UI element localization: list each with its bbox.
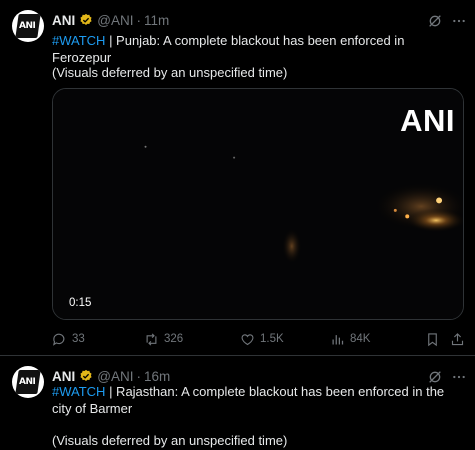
tweet-actions: 33 326 1.5K 84K [52,330,464,348]
separator: · [136,12,141,28]
hashtag-link[interactable]: #WATCH [52,33,105,48]
reply-button[interactable]: 33 [52,330,85,348]
tweet-text: #WATCH | Punjab: A complete blackout has… [52,32,463,66]
author-name[interactable]: ANI [52,369,75,384]
timestamp[interactable]: 16m [144,369,170,384]
author-handle[interactable]: @ANI [97,369,133,384]
video-player[interactable]: ANI 0:15 [52,88,464,320]
like-count: 1.5K [260,333,284,345]
bookmark-button[interactable] [425,330,445,348]
repost-icon [146,332,157,346]
reply-count: 33 [72,333,85,345]
tweet-note: (Visuals deferred by an unspecified time… [52,433,288,448]
views-icon [332,334,344,344]
avatar-logo-text: ANI [19,21,36,31]
video-watermark: ANI [400,103,455,138]
tweet[interactable]: ANI ANI @ANI · 11m #WATCH | Punjab: A co… [0,0,475,356]
repost-count: 326 [164,333,184,345]
like-icon [241,333,254,345]
reply-icon [53,333,65,346]
tweet-text: #WATCH | Rajasthan: A complete blackout … [52,383,463,417]
repost-button[interactable]: 326 [144,330,183,348]
hashtag-link[interactable]: #WATCH [52,384,105,399]
timestamp[interactable]: 11m [144,13,169,28]
views-button[interactable]: 84K [330,330,370,348]
separator: · [136,368,141,384]
tweet-body: | Punjab: A complete blackout has been e… [52,33,405,65]
author-name[interactable]: ANI [52,13,75,28]
tweet[interactable]: ANI ANI @ANI · 16m #WATCH | Rajasthan: A… [0,356,475,450]
verified-badge-icon [80,369,92,381]
tweet-header: ANI @ANI · 11m [52,11,169,29]
share-button[interactable] [450,330,470,348]
grok-icon[interactable] [427,13,443,29]
avatar-logo-text: ANI [19,377,36,387]
share-icon [451,332,464,345]
avatar[interactable]: ANI [12,10,44,42]
avatar[interactable]: ANI [12,366,44,398]
tweet-body: | Rajasthan: A complete blackout has bee… [52,384,445,416]
video-duration: 0:15 [69,297,92,309]
verified-badge-icon [80,13,92,25]
tweet-note: (Visuals deferred by an unspecified time… [52,65,288,80]
more-icon[interactable] [451,13,467,29]
like-button[interactable]: 1.5K [240,330,284,348]
views-count: 84K [350,333,371,345]
bookmark-icon [428,332,437,346]
author-handle[interactable]: @ANI [97,13,133,28]
